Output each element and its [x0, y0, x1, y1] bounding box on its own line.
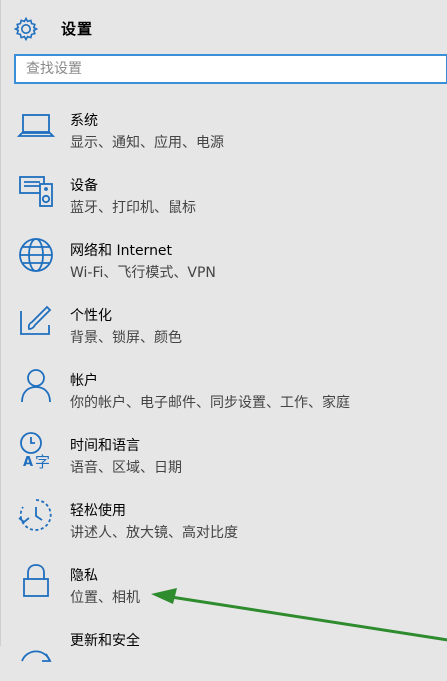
search-input[interactable] — [14, 54, 447, 84]
settings-item-label: 时间和语言 — [70, 438, 140, 454]
page-title: 设置 — [61, 20, 94, 38]
paint-brush-icon — [17, 301, 55, 339]
ease-of-access-icon — [17, 496, 55, 534]
person-icon — [17, 366, 55, 404]
settings-item-time-language[interactable]: A 字 时间和语言 语音、区域、日期 — [1, 421, 447, 486]
settings-item-label: 网络和 Internet — [70, 243, 173, 259]
gear-icon[interactable] — [13, 16, 39, 42]
settings-item-label: 个性化 — [70, 308, 112, 324]
settings-window: 设置 系统 显示、通知、应用、电源 — [0, 0, 447, 662]
svg-text:字: 字 — [35, 453, 50, 469]
settings-item-description: 语音、区域、日期 — [70, 460, 182, 476]
settings-item-label: 轻松使用 — [70, 503, 126, 519]
settings-item-label: 设备 — [70, 178, 98, 194]
settings-item-network[interactable]: 网络和 Internet Wi-Fi、飞行模式、VPN — [1, 226, 447, 291]
time-language-icon: A 字 — [17, 431, 55, 469]
settings-item-update-security[interactable]: 更新和安全 — [1, 616, 447, 681]
settings-item-label: 隐私 — [70, 568, 98, 584]
settings-item-ease-of-access[interactable]: 轻松使用 讲述人、放大镜、高对比度 — [1, 486, 447, 551]
settings-item-description: 背景、锁屏、颜色 — [70, 330, 182, 346]
settings-item-privacy[interactable]: 隐私 位置、相机 — [1, 551, 447, 616]
settings-item-label: 帐户 — [70, 373, 98, 389]
settings-item-description: 位置、相机 — [70, 590, 140, 606]
header: 设置 — [1, 0, 447, 52]
lock-icon — [17, 561, 55, 599]
settings-item-label: 更新和安全 — [70, 633, 140, 649]
settings-item-description: 讲述人、放大镜、高对比度 — [70, 525, 238, 541]
laptop-icon — [17, 106, 55, 144]
settings-item-accounts[interactable]: 帐户 你的帐户、电子邮件、同步设置、工作、家庭 — [1, 356, 447, 421]
settings-item-description: Wi-Fi、飞行模式、VPN — [70, 265, 216, 281]
settings-item-description: 显示、通知、应用、电源 — [70, 135, 224, 151]
devices-icon — [17, 171, 55, 209]
settings-item-system[interactable]: 系统 显示、通知、应用、电源 — [1, 96, 447, 161]
update-icon — [17, 626, 55, 664]
settings-item-devices[interactable]: 设备 蓝牙、打印机、鼠标 — [1, 161, 447, 226]
settings-item-description: 你的帐户、电子邮件、同步设置、工作、家庭 — [70, 395, 350, 411]
settings-item-label: 系统 — [70, 113, 98, 129]
globe-icon — [17, 236, 55, 274]
settings-item-personalization[interactable]: 个性化 背景、锁屏、颜色 — [1, 291, 447, 356]
svg-text:A: A — [23, 455, 33, 469]
settings-item-description: 蓝牙、打印机、鼠标 — [70, 200, 196, 216]
